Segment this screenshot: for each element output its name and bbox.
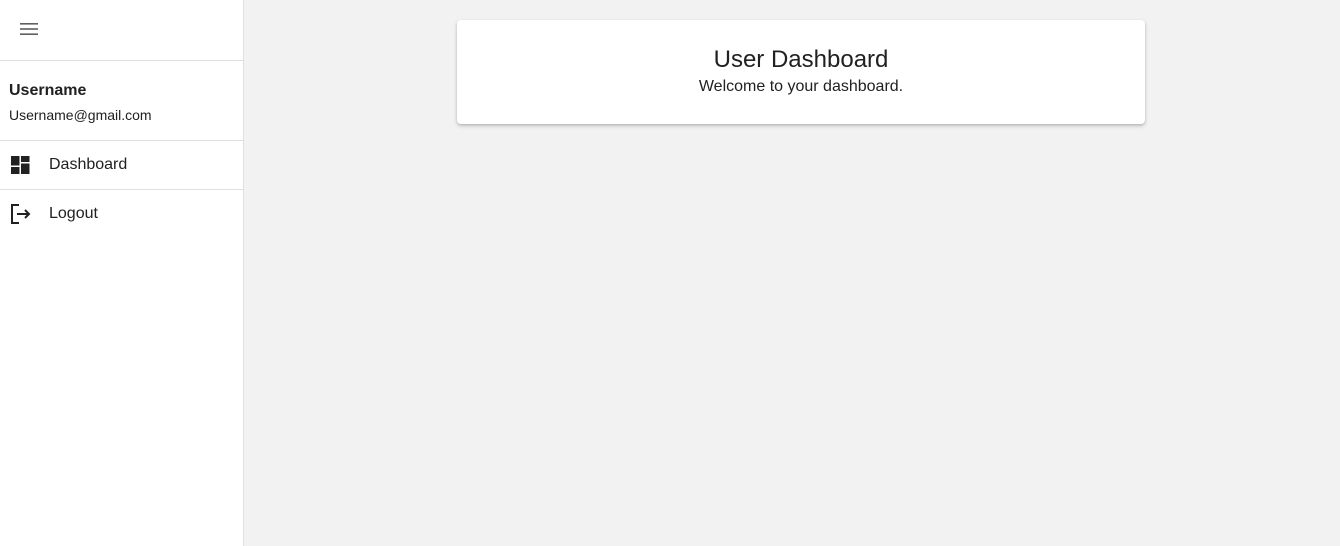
welcome-card: User Dashboard Welcome to your dashboard… (457, 20, 1145, 124)
user-name: Username (9, 82, 87, 99)
logout-icon (10, 203, 32, 225)
welcome-message: Welcome to your dashboard. (698, 78, 904, 95)
menu-toggle-button[interactable] (10, 15, 48, 47)
page-title: User Dashboard (713, 46, 889, 73)
sidebar-item-label: Dashboard (49, 156, 128, 173)
sidebar-item-label: Logout (49, 205, 98, 222)
sidebar: Username Username@gmail.com Dashboard Lo… (0, 0, 244, 546)
sidebar-item-dashboard[interactable]: Dashboard (0, 141, 243, 190)
app-root: Username Username@gmail.com Dashboard Lo… (0, 0, 1340, 546)
user-profile: Username Username@gmail.com (0, 61, 243, 141)
sidebar-header (0, 0, 243, 61)
hamburger-menu-icon (19, 22, 39, 41)
sidebar-item-logout[interactable]: Logout (0, 190, 243, 238)
dashboard-icon (10, 154, 32, 176)
user-email: Username@gmail.com (9, 107, 152, 123)
